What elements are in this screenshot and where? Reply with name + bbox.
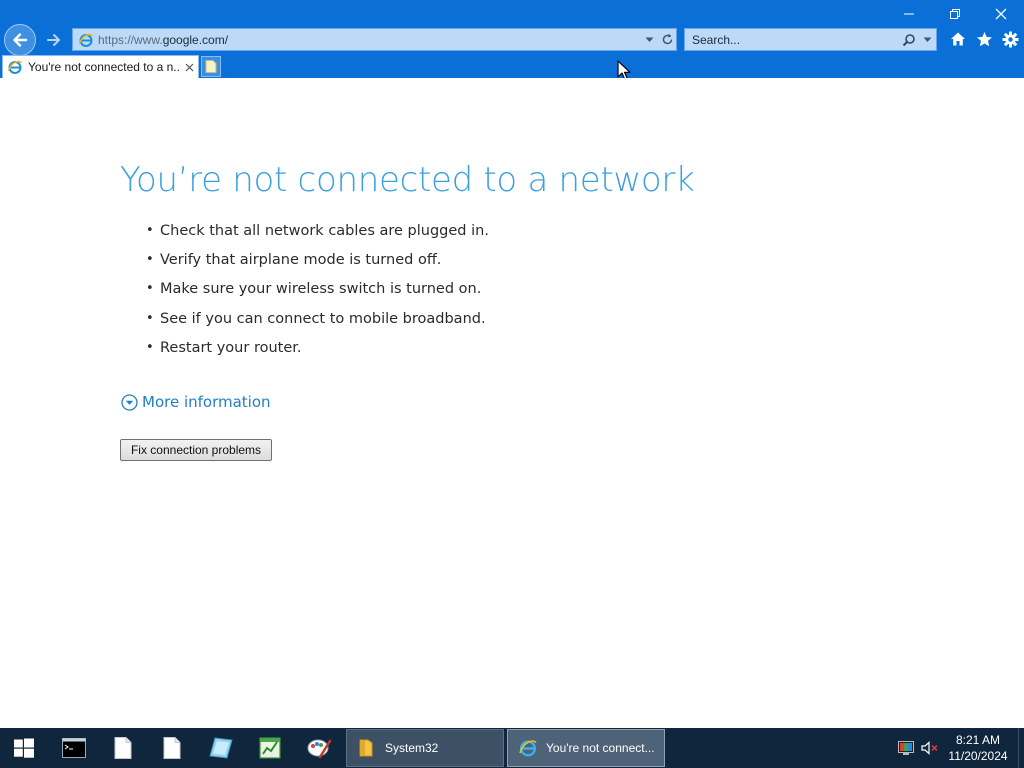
- list-item: • Check that all network cables are plugg…: [146, 223, 489, 252]
- taskbar-pin-notepad[interactable]: [196, 728, 245, 768]
- task-label: System32: [385, 741, 439, 755]
- close-button[interactable]: [978, 0, 1024, 28]
- page-title: You’re not connected to a network: [120, 160, 695, 200]
- close-icon: [185, 63, 193, 71]
- volume-muted-icon: [921, 741, 938, 755]
- chevron-down-circle-icon: [121, 393, 138, 411]
- start-button[interactable]: [0, 728, 48, 768]
- windows-logo-icon: [14, 738, 34, 758]
- close-icon: [995, 8, 1007, 20]
- show-desktop-button[interactable]: [1018, 728, 1024, 768]
- display-color-icon: [898, 741, 914, 755]
- search-box[interactable]: [684, 28, 937, 51]
- list-item-text: See if you can connect to mobile broadba…: [160, 310, 486, 327]
- taskbar-pin-document-2[interactable]: [147, 728, 196, 768]
- taskbar-task-system32[interactable]: System32: [346, 729, 504, 767]
- taskbar-clock[interactable]: 8:21 AM 11/20/2024: [942, 732, 1014, 764]
- list-item-text: Restart your router.: [160, 339, 302, 356]
- search-button[interactable]: [900, 30, 918, 50]
- tab-active[interactable]: You're not connected to a n...: [2, 55, 199, 78]
- refresh-button[interactable]: [658, 30, 676, 50]
- bullet-icon: •: [146, 310, 154, 326]
- list-item-text: Make sure your wireless switch is turned…: [160, 281, 482, 298]
- minimize-icon: [904, 13, 914, 15]
- taskbar: System32 You're not connect... 8:21 AM 1…: [0, 728, 1024, 768]
- chevron-down-icon: [923, 37, 931, 42]
- folder-icon: [359, 739, 373, 757]
- clock-date: 11/20/2024: [948, 749, 1008, 763]
- fix-connection-button[interactable]: Fix connection problems: [120, 439, 272, 461]
- internet-explorer-icon: [78, 33, 93, 47]
- search-dropdown-button[interactable]: [918, 30, 936, 50]
- new-tab-button[interactable]: [201, 56, 221, 77]
- blank-document-icon: [163, 737, 180, 759]
- window-controls: [886, 0, 1024, 28]
- internet-explorer-icon: [519, 740, 537, 757]
- notepad-tablet-icon: [208, 737, 233, 759]
- taskbar-pin-spreadsheet[interactable]: [245, 728, 294, 768]
- taskbar-pin-paint[interactable]: [294, 728, 343, 768]
- tab-close-button[interactable]: [182, 60, 196, 74]
- forward-arrow-icon: [47, 34, 60, 46]
- internet-explorer-icon: [7, 60, 22, 74]
- tools-button[interactable]: [998, 28, 1022, 50]
- spreadsheet-icon: [258, 737, 281, 759]
- tab-title: You're not connected to a n...: [28, 60, 180, 74]
- home-icon: [951, 32, 965, 46]
- favorites-button[interactable]: [972, 28, 996, 50]
- list-item: • Verify that airplane mode is turned off…: [146, 252, 489, 281]
- chevron-down-icon: [645, 37, 653, 42]
- address-dropdown-button[interactable]: [640, 30, 658, 50]
- toolbar-icons: [946, 28, 1022, 50]
- browser-chrome: https://www.google.com/ Search... You're…: [0, 0, 1024, 78]
- command-prompt-icon: [61, 738, 86, 758]
- address-bar[interactable]: https://www.google.com/: [72, 28, 677, 51]
- search-icon: [902, 33, 915, 46]
- new-tab-icon: [205, 60, 217, 73]
- list-item-text: Verify that airplane mode is turned off.: [160, 252, 442, 269]
- back-arrow-icon: [13, 33, 28, 47]
- clock-time: 8:21 AM: [955, 733, 1001, 747]
- list-item: • Make sure your wireless switch is turne…: [146, 281, 489, 310]
- address-url[interactable]: https://www.google.com/: [98, 33, 640, 47]
- home-button[interactable]: [946, 28, 970, 50]
- paint-icon: [307, 739, 331, 759]
- tray-volume-button[interactable]: [918, 728, 942, 768]
- forward-button[interactable]: [42, 28, 66, 52]
- list-item-text: Check that all network cables are plugge…: [160, 223, 489, 239]
- system-tray: 8:21 AM 11/20/2024: [894, 728, 1024, 768]
- bullet-icon: •: [146, 252, 154, 268]
- back-button[interactable]: [4, 24, 36, 56]
- restore-button[interactable]: [932, 0, 978, 28]
- address-url-host: google.com/: [162, 32, 229, 47]
- refresh-icon: [662, 33, 672, 45]
- minimize-button[interactable]: [886, 0, 932, 28]
- tools-gear-icon: [1002, 31, 1018, 47]
- more-information-label: More information: [142, 393, 271, 411]
- restore-icon: [950, 9, 960, 19]
- address-url-prefix: https://www.: [98, 32, 163, 47]
- favorites-star-icon: [976, 31, 992, 46]
- task-label: You're not connect...: [546, 741, 655, 755]
- bullet-icon: •: [146, 223, 154, 238]
- taskbar-pin-document[interactable]: [98, 728, 147, 768]
- list-item: • See if you can connect to mobile broadb…: [146, 311, 489, 340]
- search-input[interactable]: [685, 32, 900, 47]
- list-item: • Restart your router.: [146, 340, 489, 369]
- bullet-icon: •: [146, 339, 154, 355]
- bullet-icon: •: [146, 281, 154, 297]
- page-content: You’re not connected to a network • Check…: [0, 78, 1024, 728]
- blank-document-icon: [114, 737, 131, 759]
- taskbar-task-internet-explorer[interactable]: You're not connect...: [507, 729, 665, 767]
- taskbar-pin-command-prompt[interactable]: [49, 728, 98, 768]
- more-information-link[interactable]: More information: [121, 393, 271, 411]
- tray-display-button[interactable]: [894, 728, 918, 768]
- troubleshooting-list: • Check that all network cables are plugg…: [146, 223, 489, 369]
